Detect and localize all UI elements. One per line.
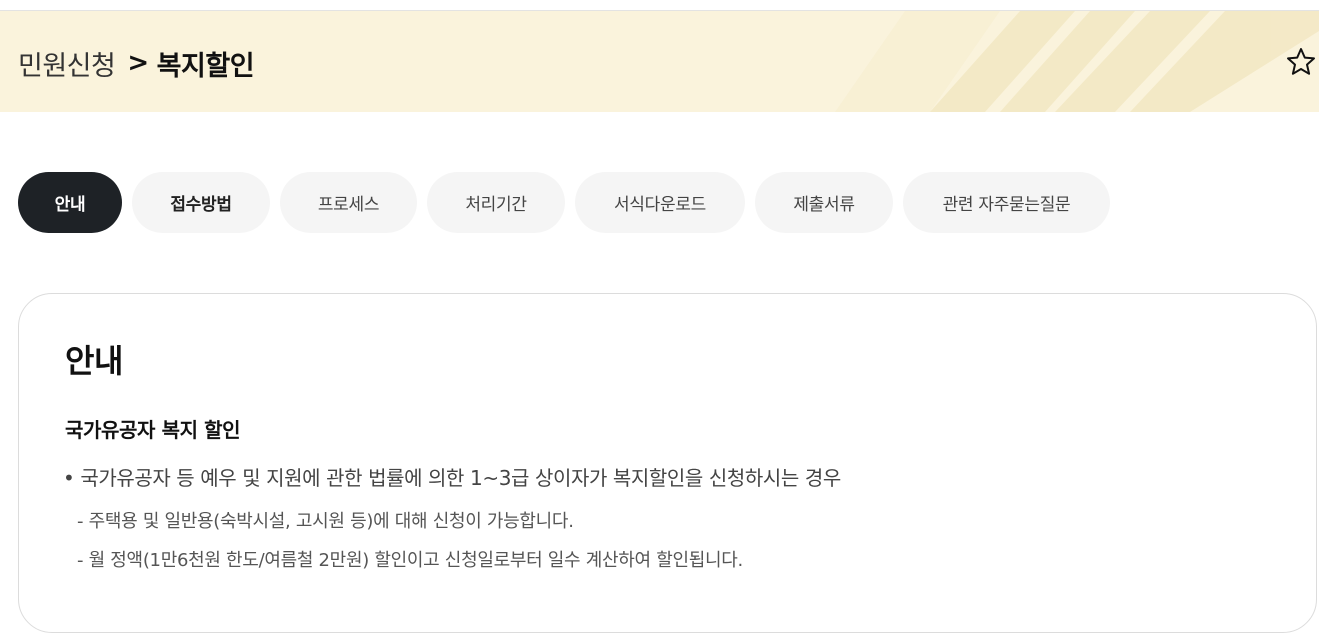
detail-item: - 주택용 및 일반용(숙박시설, 고시원 등)에 대해 신청이 가능합니다. [77, 511, 574, 532]
star-outline-icon[interactable] [1285, 46, 1317, 78]
tab-form-download[interactable]: 서식다운로드 [575, 172, 745, 233]
detail-item: - 월 정액(1만6천원 한도/여름철 2만원) 할인이고 신청일로부터 일수 … [77, 550, 743, 571]
tab-required-documents[interactable]: 제출서류 [755, 172, 893, 233]
breadcrumb: 민원신청 > 복지할인 [18, 43, 255, 83]
info-card: 안내 국가유공자 복지 할인 • 국가유공자 등 예우 및 지원에 관한 법률에… [18, 293, 1317, 633]
section-subtitle: 국가유공자 복지 할인 [65, 418, 241, 442]
page-header: 민원신청 > 복지할인 [0, 11, 1319, 112]
breadcrumb-current: 복지할인 [156, 50, 255, 82]
tab-processing-period[interactable]: 처리기간 [427, 172, 565, 233]
tab-guide[interactable]: 안내 [18, 172, 122, 233]
breadcrumb-separator-icon: > [127, 48, 149, 78]
tab-related-faq[interactable]: 관련 자주묻는질문 [903, 172, 1110, 233]
section-title: 안내 [65, 342, 123, 380]
tab-process[interactable]: 프로세스 [280, 172, 417, 233]
tab-application-method[interactable]: 접수방법 [132, 172, 270, 233]
breadcrumb-parent[interactable]: 민원신청 [18, 44, 116, 83]
tab-bar: 안내 접수방법 프로세스 처리기간 서식다운로드 제출서류 관련 자주묻는질문 [18, 172, 1110, 233]
eligibility-bullet: • 국가유공자 등 예우 및 지원에 관한 법률에 의한 1~3급 상이자가 복… [63, 466, 841, 490]
